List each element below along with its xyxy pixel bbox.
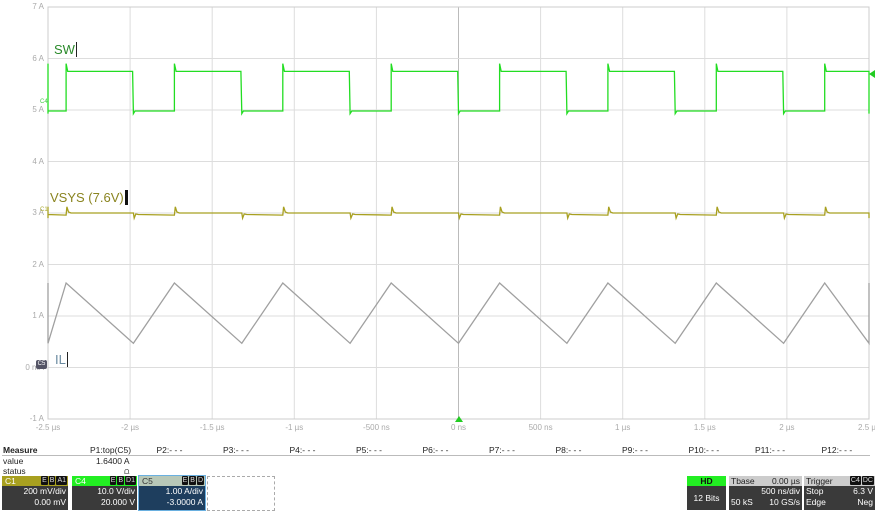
add-channel-slot[interactable] <box>207 476 275 511</box>
acquisition-box[interactable]: HD 12 Bits <box>687 476 726 510</box>
tag: DC <box>861 476 874 485</box>
p1-value: 1.6400 A <box>96 456 130 466</box>
timebase-label: Tbase <box>731 476 755 486</box>
trace-label-vsys: VSYS (7.6V) <box>50 190 128 205</box>
tag: B <box>48 476 56 485</box>
channel-c1-box[interactable]: C1 E B A1 200 mV/div 0.00 mV <box>2 476 68 510</box>
x-tick-label: -1.5 µs <box>199 423 225 432</box>
y-tick-label: 5 A <box>32 105 44 114</box>
y-tick-label: 2 A <box>32 259 44 269</box>
channel-name: C1 <box>5 476 16 486</box>
y-tick-label: 3 A <box>32 208 44 217</box>
measure-value-label: value <box>3 456 24 466</box>
channel-c5-box[interactable]: C5 E B D 1.00 A/div -3.0000 A <box>138 475 206 511</box>
timebase-box[interactable]: Tbase 0.00 µs 500 ns/div 50 kS 10 GS/s <box>729 476 802 510</box>
x-tick-label: 500 ns <box>528 423 553 432</box>
measure-param-10[interactable]: P10:- - - <box>689 445 720 455</box>
timebase-rate: 10 GS/s <box>769 497 800 507</box>
trigger-box[interactable]: Trigger C4 DC Stop 6.3 V Edge Neg <box>804 476 875 510</box>
c1-ground-marker[interactable]: C1 <box>40 207 48 213</box>
c5-ground-marker[interactable]: C5 <box>36 360 47 369</box>
channel-c4-box[interactable]: C4 E B D1 10.0 V/div 20.000 V <box>72 476 137 510</box>
x-tick-label: -1 µs <box>285 423 304 432</box>
trace-label-sw: SW <box>54 42 77 57</box>
channel-offset: 0.00 mV <box>34 497 66 507</box>
channel-name: C5 <box>142 476 153 486</box>
trigger-level: 6.3 V <box>853 486 873 496</box>
measure-param-12[interactable]: P12:- - - <box>822 445 853 455</box>
c4-ground-marker[interactable]: C4 <box>40 99 48 105</box>
tag: C4 <box>849 476 861 485</box>
x-tick-label: -500 ns <box>363 423 390 432</box>
x-tick-label: -2 µs <box>121 423 140 432</box>
tag: B <box>117 476 125 485</box>
x-tick-label: 0 ns <box>450 423 467 432</box>
y-tick-label: 7 A <box>32 2 44 11</box>
trigger-label: Trigger <box>806 476 833 486</box>
tag: D1 <box>125 476 136 485</box>
tag: E <box>41 476 48 485</box>
channel-scale: 10.0 V/div <box>97 486 135 496</box>
x-tick-label: -2.5 µs <box>35 423 61 432</box>
measure-param-7[interactable]: P7:- - - <box>489 445 515 455</box>
tag: E <box>109 476 117 485</box>
acq-bits: 12 Bits <box>687 486 726 510</box>
timebase-delay: 0.00 µs <box>771 476 800 486</box>
measure-param-3[interactable]: P3:- - - <box>223 445 249 455</box>
trigger-slope: Neg <box>857 497 873 507</box>
measure-status-label: status <box>3 466 26 476</box>
tag: D <box>196 476 204 485</box>
measure-param-8[interactable]: P8:- - - <box>556 445 582 455</box>
measure-param-9[interactable]: P9:- - - <box>622 445 648 455</box>
measure-param-6[interactable]: P6:- - - <box>423 445 449 455</box>
timebase-samples: 50 kS <box>731 497 753 507</box>
acq-mode: HD <box>687 476 726 486</box>
trace-label-il: IL <box>55 352 68 367</box>
channel-offset: -3.0000 A <box>166 497 203 507</box>
tag: E <box>181 476 189 485</box>
measure-param-1[interactable]: P1:top(C5) <box>90 445 131 455</box>
tag: A1 <box>56 476 67 485</box>
x-tick-label: 1.5 µs <box>693 423 716 432</box>
channel-name: C4 <box>75 476 86 486</box>
y-tick-label: -1 A <box>29 414 44 423</box>
trigger-type: Edge <box>806 497 826 507</box>
waveform-plot[interactable] <box>0 0 875 440</box>
tag: B <box>189 476 196 485</box>
channel-scale: 1.00 A/div <box>165 486 203 496</box>
measure-title: Measure <box>3 445 38 455</box>
channel-scale: 200 mV/div <box>23 486 66 496</box>
measure-param-4[interactable]: P4:- - - <box>290 445 316 455</box>
channel-offset: 20.000 V <box>100 497 135 507</box>
x-tick-label: 2.5 µs <box>858 423 875 432</box>
measure-param-5[interactable]: P5:- - - <box>356 445 382 455</box>
measure-param-11[interactable]: P11:- - - <box>755 445 785 455</box>
trigger-position-marker[interactable] <box>455 416 463 422</box>
y-tick-label: 6 A <box>32 53 44 63</box>
x-tick-label: 1 µs <box>615 423 631 432</box>
y-tick-label: 4 A <box>32 156 44 166</box>
measure-param-2[interactable]: P2:- - - <box>157 445 183 455</box>
x-tick-label: 2 µs <box>779 423 795 432</box>
y-tick-label: 1 A <box>32 311 44 320</box>
timebase-scale: 500 ns/div <box>761 486 800 496</box>
trigger-level-marker[interactable] <box>869 70 875 78</box>
trigger-mode: Stop <box>806 486 824 496</box>
